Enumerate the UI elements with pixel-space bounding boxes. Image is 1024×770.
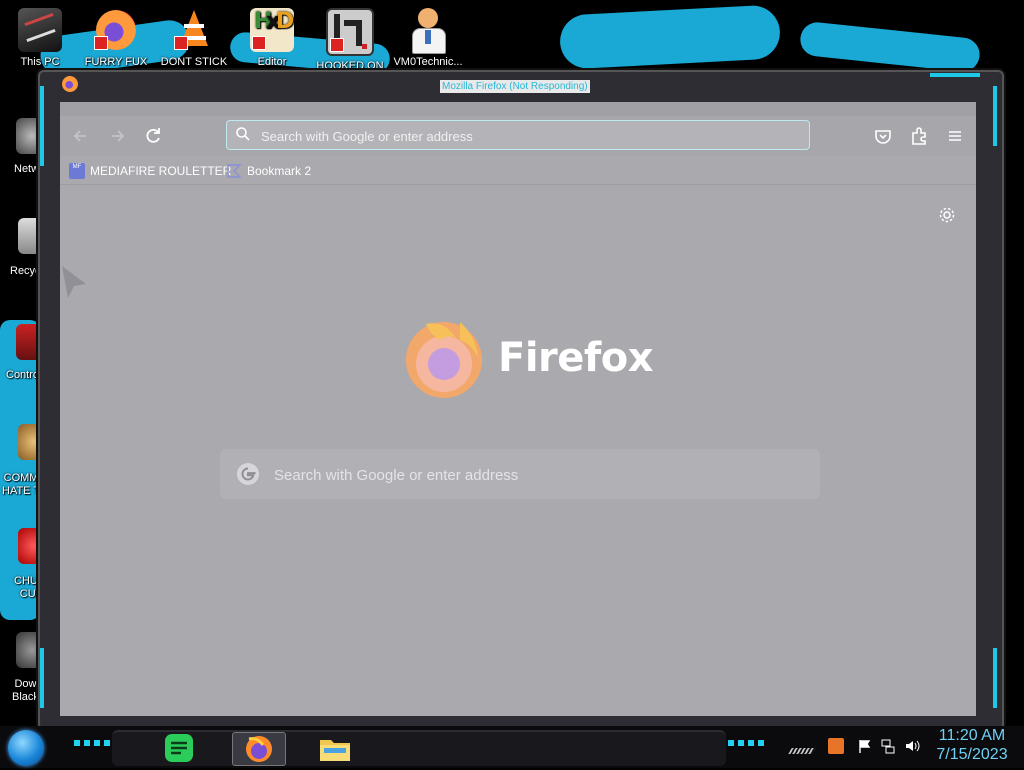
start-button[interactable] bbox=[8, 730, 44, 766]
mouse-cursor-icon bbox=[62, 266, 86, 298]
desktop-icon-label: FURRY FUX bbox=[84, 56, 148, 68]
desktop-icon-label: Dow Black bbox=[12, 678, 39, 703]
desktop-icon-hooked-on[interactable]: HOOKED ON bbox=[314, 8, 386, 72]
back-arrow-icon bbox=[73, 130, 86, 142]
doctor-icon bbox=[406, 8, 450, 54]
newtab-settings-gear-icon[interactable] bbox=[937, 205, 957, 225]
mediafire-icon: MF bbox=[69, 163, 85, 179]
desktop-icon-dont-stick[interactable]: DONT STICK bbox=[158, 8, 230, 68]
wallpaper-streak bbox=[558, 4, 782, 70]
desktop-icon-label: Netw bbox=[14, 163, 40, 175]
forward-arrow-icon bbox=[112, 130, 125, 142]
firefox-icon bbox=[94, 8, 138, 52]
bookmarks-toolbar: MF MEDIAFIRE ROULETTER Bookmark 2 bbox=[60, 156, 976, 185]
desktop-icon-vm0technic[interactable]: VM0Technic... bbox=[392, 8, 464, 68]
folder-icon bbox=[320, 740, 350, 761]
firefox-window: MF MEDIAFIRE ROULETTER Bookmark 2 Firefo… bbox=[60, 102, 976, 716]
forward-button[interactable] bbox=[105, 124, 129, 148]
newtab-search-input[interactable] bbox=[272, 462, 806, 488]
reload-button[interactable] bbox=[141, 124, 165, 148]
bookmark-label: MEDIAFIRE ROULETTER bbox=[90, 164, 232, 178]
bookmark-item[interactable]: MF MEDIAFIRE ROULETTER bbox=[69, 162, 231, 180]
pocket-icon[interactable] bbox=[871, 124, 895, 148]
taskbar-decoration bbox=[728, 740, 768, 746]
taskbar-decoration bbox=[74, 740, 114, 746]
show-hidden-icons-icon[interactable] bbox=[788, 748, 816, 754]
firefox-wordmark: Firefox bbox=[498, 335, 654, 381]
desktop-icon-label: Editor bbox=[257, 56, 287, 68]
volume-icon[interactable] bbox=[904, 738, 920, 754]
desktop-icon-furry-fux[interactable]: FURRY FUX bbox=[80, 8, 152, 68]
taskbar-clock-date[interactable]: 7/15/2023 bbox=[932, 746, 1012, 764]
frame-accent bbox=[40, 648, 44, 708]
hamburger-menu-icon[interactable] bbox=[943, 124, 967, 148]
window-firefox-icon[interactable] bbox=[62, 76, 78, 92]
back-button[interactable] bbox=[69, 124, 93, 148]
nav-toolbar bbox=[60, 116, 976, 156]
taskbar-app-notes[interactable] bbox=[162, 732, 196, 764]
frame-accent bbox=[930, 73, 980, 77]
firefox-taskbar-icon bbox=[246, 736, 272, 762]
desktop-icon-this-pc[interactable]: This PC bbox=[4, 8, 76, 68]
reload-icon bbox=[146, 128, 160, 143]
taskbar-panel bbox=[112, 730, 726, 766]
bookmark-item[interactable]: Bookmark 2 bbox=[226, 162, 346, 180]
frame-accent bbox=[40, 86, 44, 166]
extensions-icon[interactable] bbox=[907, 124, 931, 148]
frame-accent bbox=[993, 86, 997, 146]
taskbar-app-firefox[interactable] bbox=[232, 732, 286, 766]
tab-strip bbox=[60, 102, 976, 116]
search-icon bbox=[236, 127, 250, 141]
action-center-flag-icon[interactable] bbox=[857, 738, 873, 754]
bookmark-label: Bookmark 2 bbox=[247, 164, 312, 178]
desktop-icon-editor[interactable]: H x D Editor bbox=[236, 8, 308, 68]
network-tray-icon[interactable] bbox=[880, 738, 896, 754]
java-tray-icon[interactable] bbox=[828, 738, 844, 754]
url-input[interactable] bbox=[259, 124, 803, 148]
desktop-icon-label: This PC bbox=[20, 56, 60, 68]
google-icon bbox=[237, 463, 259, 485]
taskbar-clock-time[interactable]: 11:20 AM bbox=[932, 727, 1012, 745]
taskbar-app-file-explorer[interactable] bbox=[318, 732, 352, 764]
notes-app-icon bbox=[165, 734, 193, 762]
wallpaper-streak bbox=[798, 20, 982, 74]
window-title: Mozilla Firefox (Not Responding) bbox=[440, 80, 590, 93]
vlc-icon bbox=[172, 8, 216, 52]
computer-icon bbox=[18, 8, 62, 52]
bookmark-folder-icon bbox=[227, 164, 242, 178]
desktop-icon-label: Control bbox=[6, 369, 42, 381]
desktop-icon-label: DONT STICK bbox=[160, 56, 228, 68]
url-bar[interactable] bbox=[226, 120, 810, 150]
hex-editor-icon: H x D bbox=[250, 8, 294, 52]
frame-accent bbox=[993, 648, 997, 708]
newtab-search-box[interactable] bbox=[220, 449, 820, 499]
game-icon bbox=[326, 8, 374, 56]
desktop-icon-label: VM0Technic... bbox=[393, 56, 463, 68]
